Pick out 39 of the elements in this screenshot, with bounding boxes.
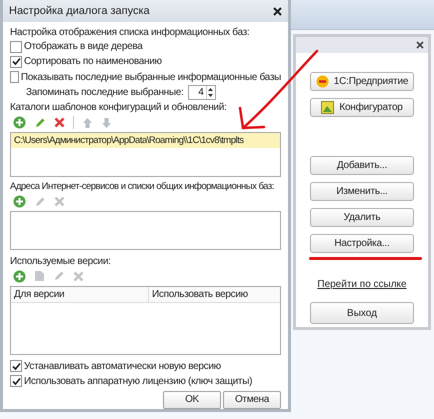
exit-button[interactable]: Выход xyxy=(310,302,414,324)
launcher-button[interactable]: 1С:Предприятие xyxy=(310,72,414,91)
launcher-button[interactable]: Настройка... xyxy=(310,234,414,253)
column-header[interactable]: Для версии xyxy=(11,286,149,302)
dialog-button[interactable]: Отмена xyxy=(223,390,281,409)
delete-icon[interactable] xyxy=(54,117,65,128)
checkbox[interactable] xyxy=(10,40,22,53)
checkbox-label: Использовать аппаратную лицензию (ключ защиты) xyxy=(24,374,252,388)
link[interactable]: Перейти по ссылке xyxy=(317,277,407,292)
section-label: Используемые версии: xyxy=(10,254,112,268)
checkbox[interactable] xyxy=(10,56,22,68)
close-icon[interactable] xyxy=(273,6,282,16)
dialog-button[interactable]: OK xyxy=(163,390,221,409)
section-label: Настройка отображения списка информационных баз: xyxy=(10,26,250,39)
designer-icon xyxy=(321,101,334,114)
checkbox-label: Отображать в виде дерева xyxy=(24,40,143,54)
section-label: Адреса Интернет-сервисов и списки общих информационных баз: xyxy=(10,180,275,194)
launcher-button[interactable]: Добавить... xyxy=(310,156,414,175)
close-icon[interactable] xyxy=(416,41,424,49)
field-label: Запоминать последние выбранные: xyxy=(26,86,184,100)
checkbox-label: Показывать последние выбранные информационные базы xyxy=(20,70,281,84)
add-icon[interactable] xyxy=(13,270,26,283)
add-icon[interactable] xyxy=(13,116,26,130)
launcher-button[interactable]: Удалить xyxy=(310,208,414,227)
window-title: Настройка диалога запуска xyxy=(9,4,150,19)
add-icon[interactable] xyxy=(13,195,26,208)
list-item[interactable]: C:\Users\Администратор\AppData\Roaming\\1C\1cv8\tmplts xyxy=(11,133,280,148)
checkbox[interactable] xyxy=(10,71,19,84)
number-spinner[interactable]: 4 xyxy=(188,85,216,100)
launcher-button[interactable]: Конфигуратор xyxy=(310,98,414,117)
checkbox-label: Сортировать по наименованию xyxy=(24,55,162,68)
pencil-icon[interactable] xyxy=(34,116,46,129)
checkbox[interactable] xyxy=(10,375,22,388)
column-header[interactable]: Использовать версию xyxy=(149,286,280,302)
launcher-button[interactable]: Изменить... xyxy=(310,182,414,201)
app-logo-icon xyxy=(316,75,329,88)
checkbox[interactable] xyxy=(10,360,22,372)
section-label: Каталоги шаблонов конфигураций и обновлений: xyxy=(10,101,228,114)
checkbox-label: Устанавливать автоматически новую версию xyxy=(24,360,221,373)
